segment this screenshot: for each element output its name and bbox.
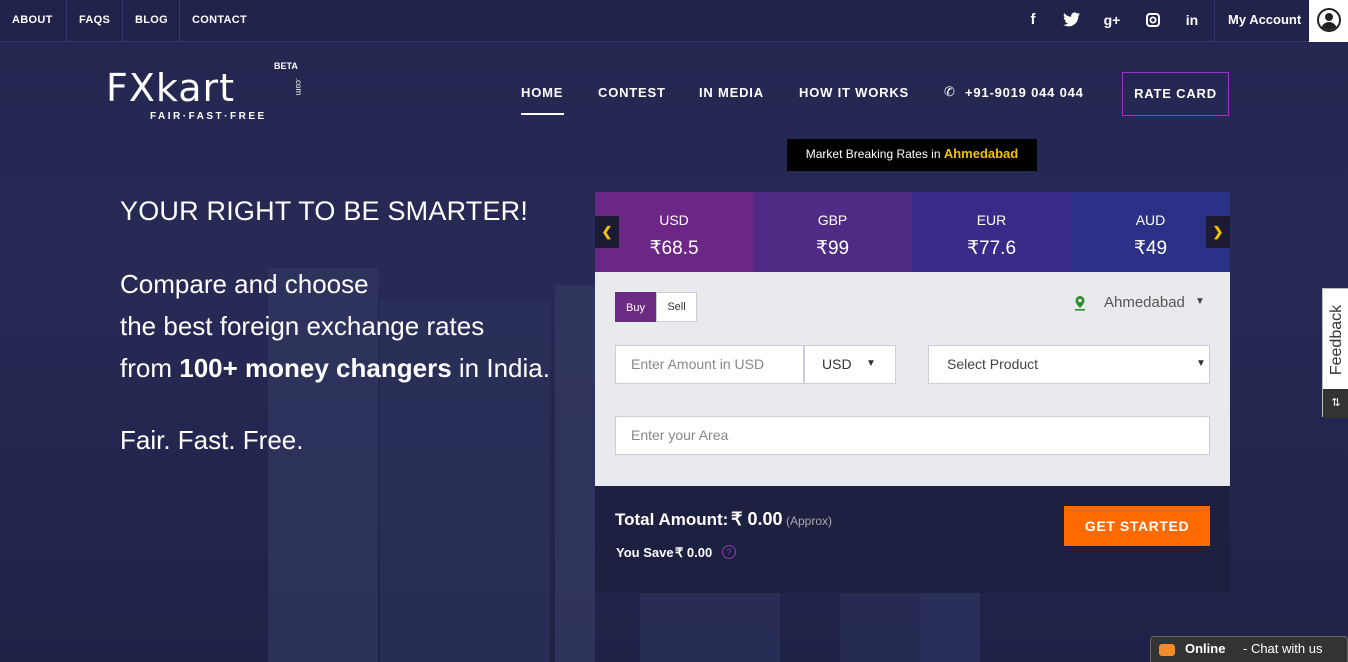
currency-code: EUR	[976, 212, 1007, 228]
market-prefix: Market Breaking Rates in	[805, 147, 944, 161]
feedback-label: Feedback	[1328, 304, 1345, 376]
instagram-icon[interactable]	[1141, 0, 1165, 40]
currency-rate: ₹77.6	[966, 238, 1017, 259]
googleplus-icon[interactable]: g+	[1100, 0, 1124, 40]
twitter-icon[interactable]	[1060, 0, 1084, 40]
rate-card-button[interactable]: RATE CARD	[1122, 72, 1229, 116]
approx-note: (Approx)	[786, 514, 833, 528]
hero-line-3-bold: 100+ money changers	[179, 353, 452, 383]
area-input[interactable]: Enter your Area	[615, 416, 1210, 455]
amount-input[interactable]: Enter Amount in USD	[615, 345, 804, 384]
currency-tab-gbp[interactable]: GBP ₹99	[753, 192, 912, 272]
logo-tagline: FAIR·FAST·FREE	[150, 111, 267, 122]
currency-tab-eur[interactable]: EUR ₹77.6	[912, 192, 1071, 272]
chat-bubble-icon	[1159, 644, 1175, 656]
currency-rate: ₹99	[815, 238, 850, 259]
divider	[66, 0, 67, 42]
logo-com: .com	[294, 77, 304, 96]
top-bar: ABOUT FAQS BLOG CONTACT f g+ in My Accou…	[0, 0, 1348, 42]
hero-line-3-post: in India.	[451, 353, 550, 383]
facebook-icon[interactable]: f	[1021, 0, 1045, 40]
avatar[interactable]	[1309, 0, 1348, 42]
hero-line-3: from 100+ money changers in India.	[120, 353, 550, 384]
currency-select[interactable]: USD	[804, 345, 896, 384]
total-amount-value: ₹ 0.00	[731, 509, 783, 529]
phone-icon: ✆	[944, 84, 955, 99]
hero-line-2: the best foreign exchange rates	[120, 311, 485, 341]
logo[interactable]: FXkart	[106, 68, 235, 108]
top-link-contact[interactable]: CONTACT	[192, 0, 247, 42]
my-account-link[interactable]: My Account	[1228, 0, 1301, 40]
you-save-label: You Save	[616, 545, 674, 560]
nav-how-it-works[interactable]: HOW IT WORKS	[799, 85, 909, 100]
top-link-blog[interactable]: BLOG	[135, 0, 168, 42]
chevron-down-icon[interactable]: ▼	[1196, 358, 1206, 369]
linkedin-icon[interactable]: in	[1180, 0, 1204, 40]
top-link-faqs[interactable]: FAQS	[79, 0, 110, 42]
hero-line-3-pre: from	[120, 353, 180, 383]
currency-code: GBP	[817, 212, 848, 228]
nav-phone[interactable]: +91-9019 044 044	[965, 85, 1084, 100]
market-city: Ahmedabad	[943, 146, 1019, 161]
chevron-down-icon[interactable]: ▼	[1195, 296, 1205, 307]
user-icon	[1317, 8, 1341, 32]
location-pin-icon	[1075, 296, 1085, 311]
divider	[122, 0, 123, 42]
get-started-button[interactable]: GET STARTED	[1064, 506, 1210, 546]
sell-toggle[interactable]: Sell	[656, 292, 697, 322]
total-amount-label: Total Amount:	[615, 510, 729, 529]
nav-in-media[interactable]: IN MEDIA	[699, 85, 764, 100]
chat-text: - Chat with us	[1243, 641, 1323, 656]
chat-widget[interactable]: Online - Chat with us	[1150, 636, 1348, 662]
divider	[179, 0, 180, 42]
chevron-right-icon[interactable]: ❯	[1206, 216, 1230, 248]
feedback-tab[interactable]: Feedback ⇅	[1322, 288, 1348, 418]
help-icon[interactable]: ?	[722, 545, 736, 559]
chat-status: Online	[1185, 641, 1226, 656]
nav-home[interactable]: HOME	[521, 85, 563, 100]
hero-title: YOUR RIGHT TO BE SMARTER!	[120, 196, 529, 226]
you-save-value: ₹ 0.00	[675, 545, 713, 560]
hero-line-1: Compare and choose	[120, 269, 369, 299]
nav-active-underline	[521, 113, 564, 115]
feedback-icon: ⇅	[1323, 389, 1348, 418]
background-building	[555, 285, 595, 662]
chevron-left-icon[interactable]: ❮	[595, 216, 619, 248]
nav-contest[interactable]: CONTEST	[598, 85, 666, 100]
chevron-down-icon[interactable]: ▼	[866, 358, 876, 369]
hero-tagline: Fair. Fast. Free.	[120, 425, 304, 455]
market-rates-banner: Market Breaking Rates in Ahmedabad	[787, 139, 1037, 171]
top-link-about[interactable]: ABOUT	[12, 0, 53, 42]
product-select[interactable]: Select Product	[928, 345, 1210, 384]
buy-toggle[interactable]: Buy	[615, 292, 656, 322]
city-select[interactable]: Ahmedabad	[1104, 294, 1185, 311]
logo-beta-badge: BETA	[274, 61, 298, 71]
divider	[1214, 0, 1215, 42]
